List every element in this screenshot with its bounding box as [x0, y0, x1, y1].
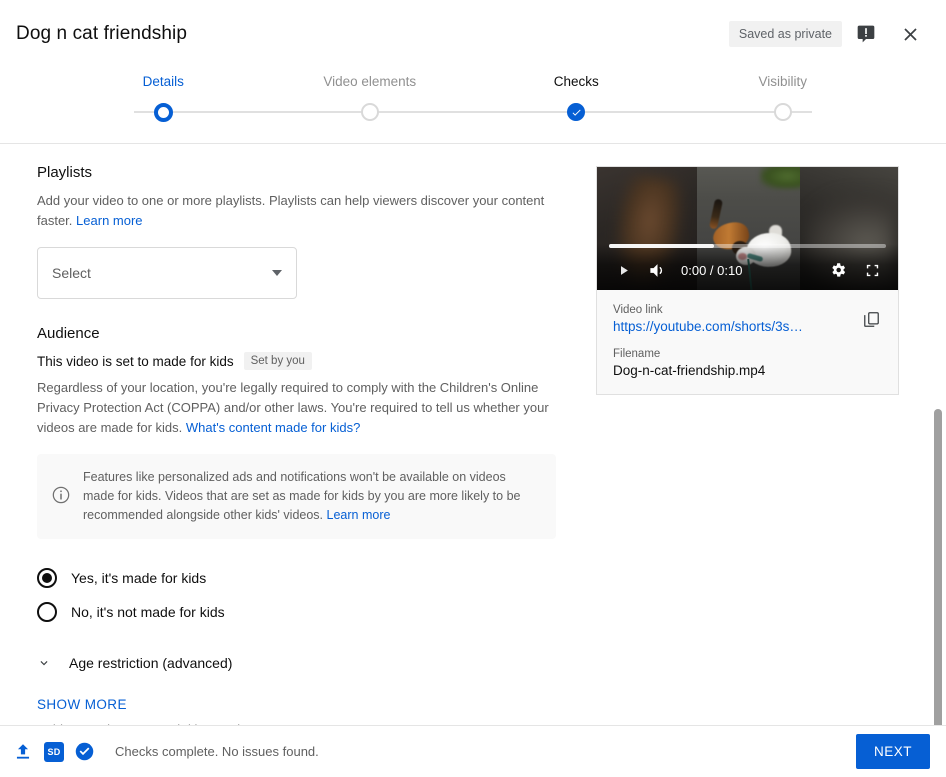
step-label-visibility[interactable]: Visibility: [680, 74, 887, 89]
footer-status-icons: SD: [12, 741, 95, 763]
playlist-select-value: Select: [52, 265, 272, 281]
page-title: Dog n cat friendship: [16, 23, 187, 45]
playlist-select[interactable]: Select: [37, 247, 297, 299]
radio-label-no: No, it's not made for kids: [71, 604, 225, 620]
close-icon: [900, 24, 921, 45]
quality-badge: SD: [44, 742, 64, 762]
video-card: 0:00 / 0:10: [596, 166, 899, 395]
header-actions: Saved as private: [729, 14, 930, 54]
feedback-button[interactable]: [846, 14, 886, 54]
video-meta-panel: Video link https://youtube.com/shorts/3s…: [596, 290, 899, 395]
control-row: 0:00 / 0:10: [597, 250, 898, 290]
show-more-subtitle: Paid promotion, tags, subtitles, and mor…: [37, 722, 556, 725]
info-icon: [51, 485, 71, 510]
fullscreen-icon: [864, 262, 881, 279]
playlists-description: Add your video to one or more playlists.…: [37, 191, 556, 231]
upload-icon: [12, 741, 34, 763]
progress-bar[interactable]: [609, 244, 886, 248]
step-label-details[interactable]: Details: [60, 74, 267, 89]
feedback-exclamation-icon: [856, 24, 876, 44]
step-dot-details[interactable]: [154, 103, 173, 122]
audience-heading: Audience: [37, 325, 556, 342]
details-form: Playlists Add your video to one or more …: [0, 144, 596, 725]
filename-block: Filename Dog-n-cat-friendship.mp4: [613, 348, 882, 378]
step-dot-video-elements[interactable]: [361, 103, 379, 121]
dialog-footer: SD Checks complete. No issues found. NEX…: [0, 725, 946, 777]
playlists-learn-more-link[interactable]: Learn more: [76, 213, 142, 228]
fullscreen-button[interactable]: [856, 254, 888, 286]
status-badge: Saved as private: [729, 21, 842, 47]
show-more-button[interactable]: SHOW MORE: [37, 697, 127, 712]
audience-section: Audience This video is set to made for k…: [37, 325, 556, 725]
progress-bar-fill: [609, 244, 714, 248]
chevron-down-icon: [272, 270, 282, 276]
video-preview-column: 0:00 / 0:10: [596, 144, 946, 725]
close-button[interactable]: [890, 14, 930, 54]
audience-description: Regardless of your location, you're lega…: [37, 378, 556, 438]
step-dot-cell-checks: [473, 103, 680, 121]
made-for-kids-radio-group: Yes, it's made for kids No, it's not mad…: [37, 561, 556, 629]
set-by-you-badge: Set by you: [244, 352, 312, 370]
video-link-label: Video link: [613, 304, 882, 316]
play-button[interactable]: [607, 254, 639, 286]
gear-icon: [829, 261, 847, 279]
scrollbar[interactable]: [932, 144, 944, 725]
check-icon: [571, 107, 582, 118]
dialog-header: Dog n cat friendship Saved as private: [0, 0, 946, 68]
age-restriction-label: Age restriction (advanced): [69, 655, 232, 671]
made-for-kids-link[interactable]: What's content made for kids?: [186, 420, 360, 435]
upload-stepper: Details Video elements Checks Visibility: [0, 68, 946, 144]
step-label-checks[interactable]: Checks: [473, 74, 680, 89]
settings-button[interactable]: [822, 254, 854, 286]
radio-label-yes: Yes, it's made for kids: [71, 570, 206, 586]
playlists-heading: Playlists: [37, 164, 556, 181]
radio-row-no-made-for-kids[interactable]: No, it's not made for kids: [37, 595, 556, 629]
stepper-track: [60, 97, 886, 127]
audience-state-text: This video is set to made for kids: [37, 354, 234, 369]
upload-dialog: Dog n cat friendship Saved as private De…: [0, 0, 946, 777]
step-dot-checks[interactable]: [567, 103, 585, 121]
filename-value: Dog-n-cat-friendship.mp4: [613, 363, 882, 378]
radio-row-yes-made-for-kids[interactable]: Yes, it's made for kids: [37, 561, 556, 595]
filename-label: Filename: [613, 348, 882, 360]
play-icon: [616, 263, 631, 278]
radio-no-made-for-kids[interactable]: [37, 602, 57, 622]
video-controls: 0:00 / 0:10: [597, 244, 898, 290]
step-dot-visibility[interactable]: [774, 103, 792, 121]
step-label-video-elements[interactable]: Video elements: [267, 74, 474, 89]
stepper-labels: Details Video elements Checks Visibility: [60, 74, 886, 89]
volume-button[interactable]: [641, 254, 673, 286]
check-circle-icon: [74, 741, 95, 762]
stepper-dots: [60, 97, 886, 127]
copy-link-button[interactable]: [854, 302, 888, 336]
made-for-kids-notice: Features like personalized ads and notif…: [37, 454, 556, 539]
dialog-body: Playlists Add your video to one or more …: [0, 144, 946, 725]
next-button[interactable]: NEXT: [856, 734, 930, 769]
scrollbar-thumb[interactable]: [934, 409, 942, 725]
copy-icon: [862, 310, 881, 329]
notice-text: Features like personalized ads and notif…: [83, 470, 520, 522]
step-dot-cell-details: [60, 103, 267, 122]
step-dot-cell-video-elements: [267, 103, 474, 121]
audience-state-row: This video is set to made for kids Set b…: [37, 352, 556, 370]
radio-inner-dot: [42, 573, 52, 583]
radio-yes-made-for-kids[interactable]: [37, 568, 57, 588]
video-grass-patch: [760, 167, 800, 189]
video-player[interactable]: 0:00 / 0:10: [596, 166, 899, 290]
volume-icon: [648, 261, 667, 280]
step-dot-cell-visibility: [680, 103, 887, 121]
video-link-block: Video link https://youtube.com/shorts/3s…: [613, 304, 882, 334]
video-timecode: 0:00 / 0:10: [681, 263, 742, 278]
checks-status-text: Checks complete. No issues found.: [115, 744, 319, 759]
age-restriction-toggle[interactable]: Age restriction (advanced): [37, 655, 556, 671]
notice-learn-more-link[interactable]: Learn more: [327, 508, 391, 522]
notice-text-block: Features like personalized ads and notif…: [83, 468, 540, 525]
chevron-down-icon: [37, 656, 51, 670]
video-link-value[interactable]: https://youtube.com/shorts/3s…: [613, 319, 882, 334]
